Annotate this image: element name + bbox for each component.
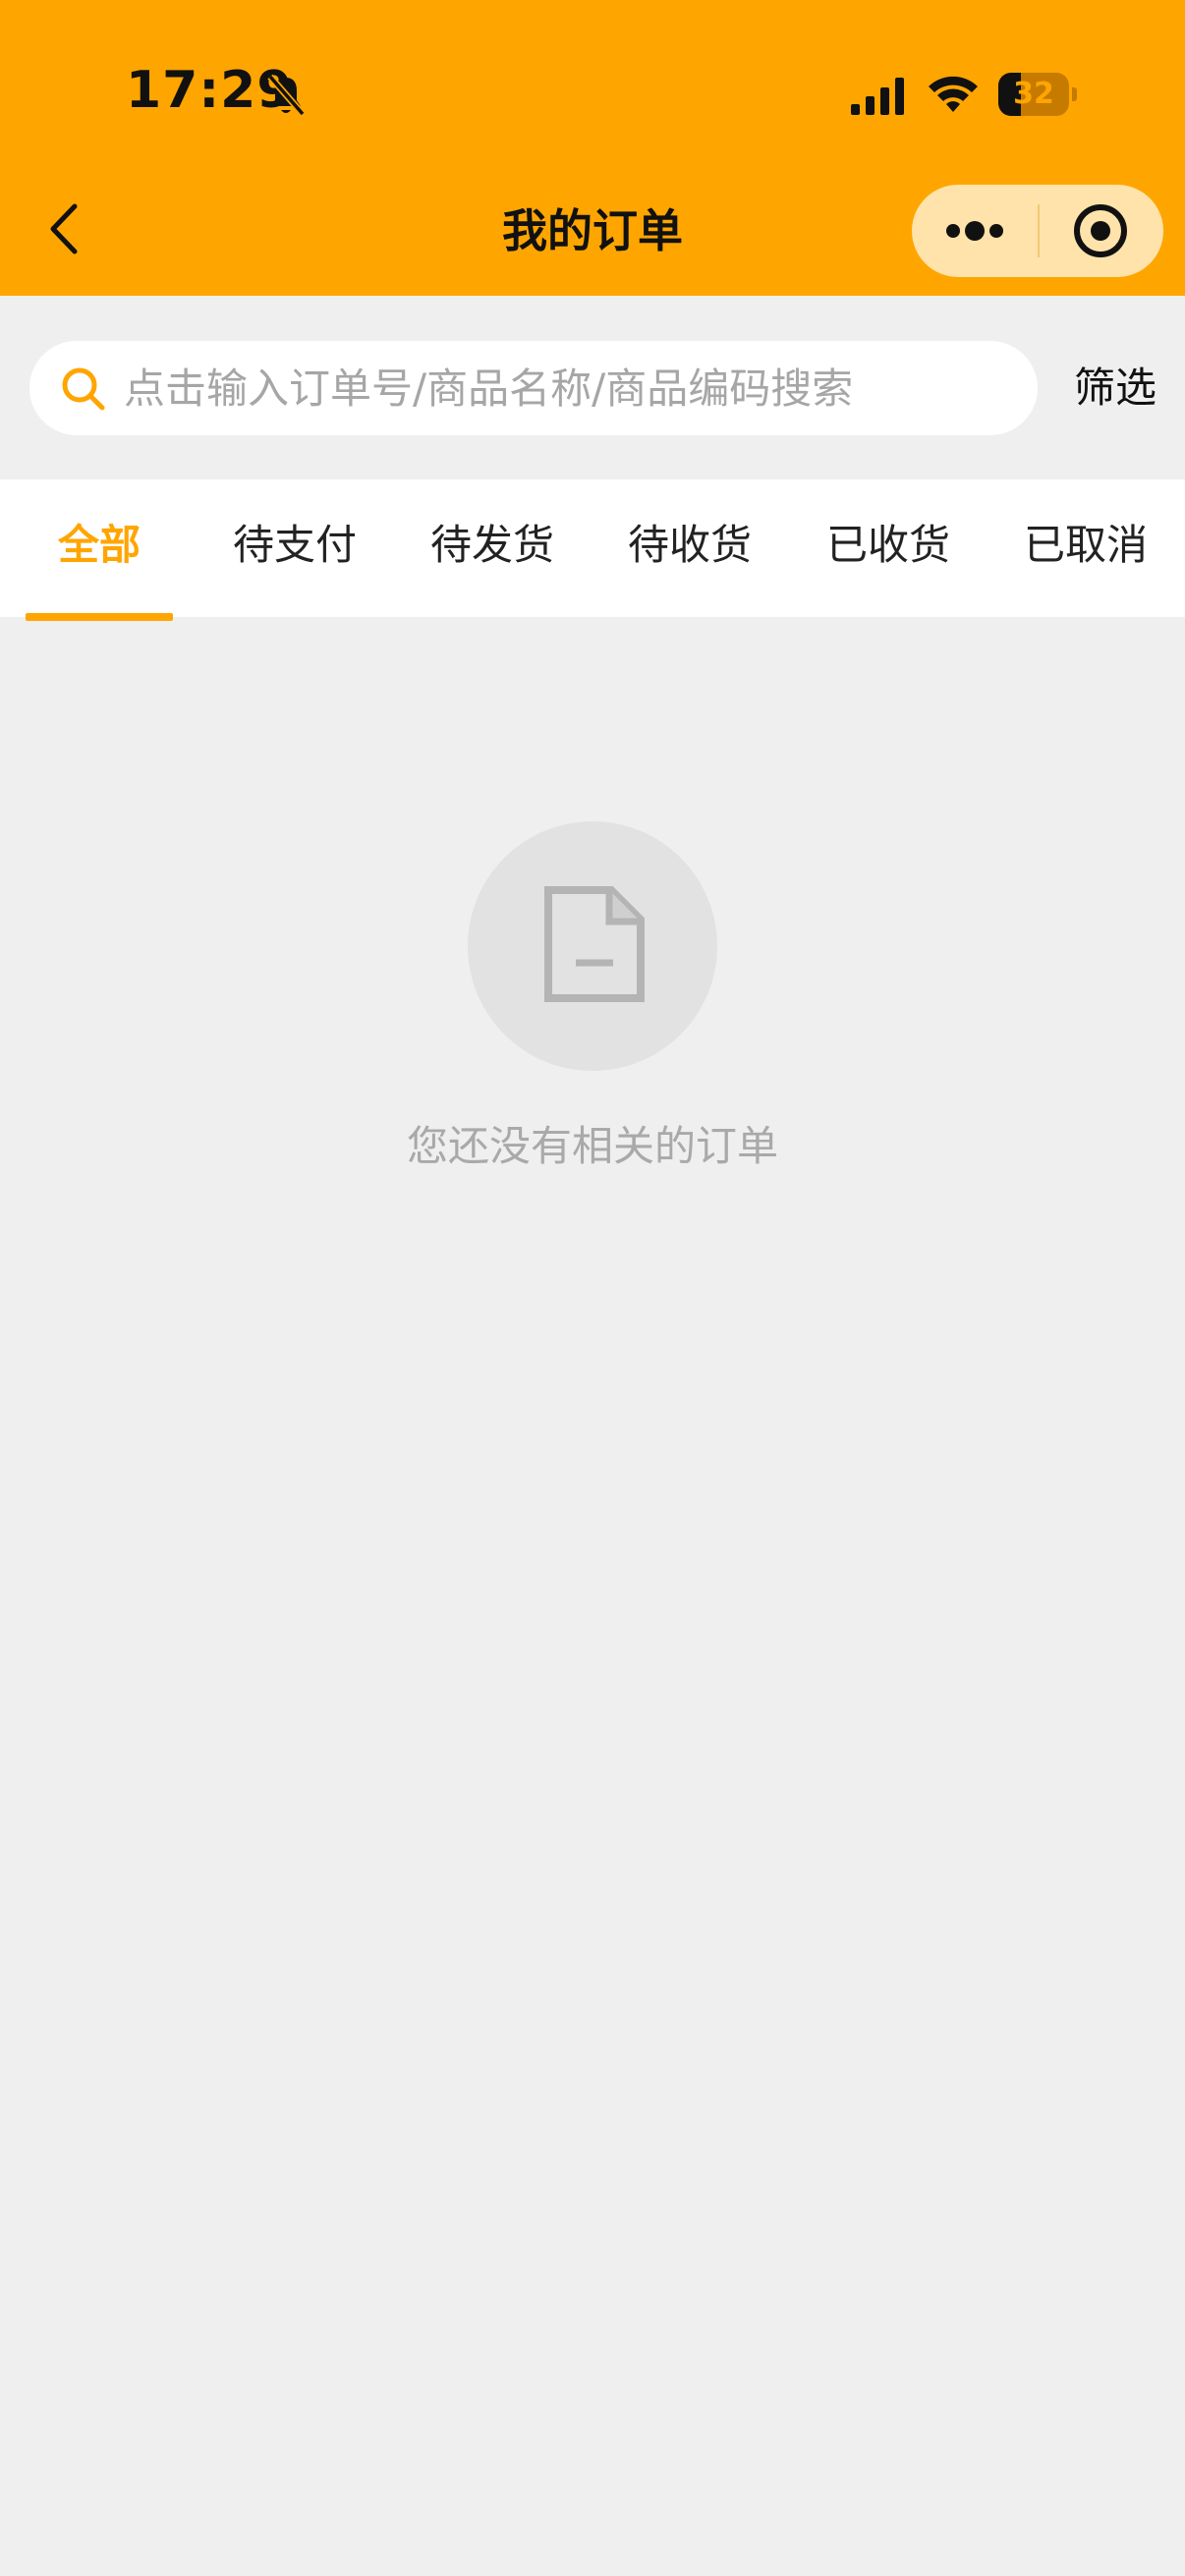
active-tab-indicator [26,613,173,621]
search-input[interactable] [124,341,1008,435]
tab-all[interactable]: 全部 [26,479,173,617]
battery-level: 32 [1013,77,1054,111]
tab-pending-payment[interactable]: 待支付 [221,479,368,617]
mini-program-capsule [912,185,1163,277]
search-icon [62,367,105,411]
signal-icon [851,78,904,115]
more-dots-icon[interactable] [912,185,1038,277]
search-area: 筛选 [0,296,1185,479]
tab-received[interactable]: 已收货 [815,479,962,617]
document-icon [544,886,645,1002]
bell-muted-icon [267,74,306,117]
empty-state-message: 您还没有相关的订单 [406,1122,778,1170]
tab-pending-shipment[interactable]: 待发货 [419,479,566,617]
battery-cap [1072,87,1077,101]
tab-cancelled[interactable]: 已取消 [1012,479,1159,617]
wifi-icon [929,76,978,112]
filter-button[interactable]: 筛选 [1061,357,1169,420]
battery-icon: 32 [998,73,1077,116]
screen: 17:29 32 我的订单 点击输入订单号/商品名称/商品编码搜索 筛选 全部 … [0,0,1185,2576]
search-box[interactable] [29,341,1038,435]
empty-state-circle [468,821,717,1071]
header: 17:29 32 我的订单 [0,0,1185,296]
battery-body: 32 [998,73,1069,116]
target-circle-icon[interactable] [1040,185,1163,277]
tab-pending-receipt[interactable]: 待收货 [616,479,763,617]
order-status-tabs: 全部 待支付 待发货 待收货 已收货 已取消 [0,479,1185,621]
